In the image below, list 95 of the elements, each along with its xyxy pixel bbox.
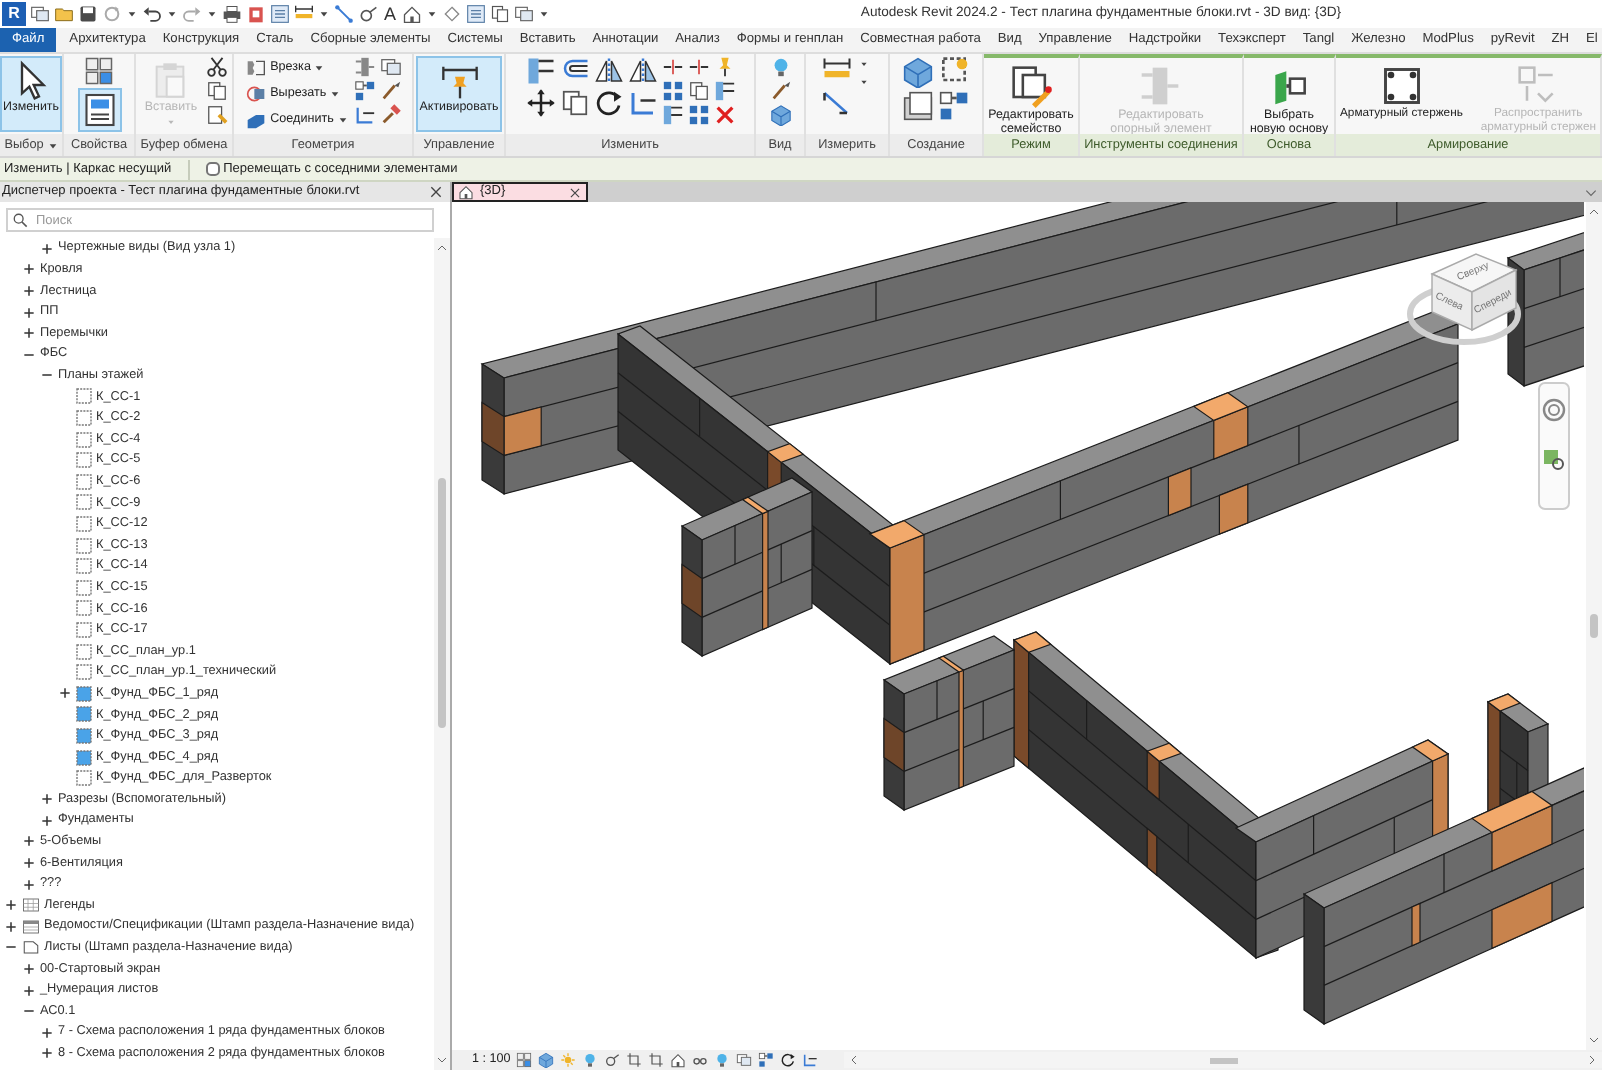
scroll-up-icon[interactable] (436, 242, 448, 254)
list-icon[interactable] (270, 4, 290, 24)
trim-icon[interactable] (627, 88, 657, 118)
expand-icon[interactable] (22, 877, 36, 892)
expand-icon[interactable] (22, 834, 36, 849)
undo-icon[interactable] (142, 4, 162, 24)
rotate-icon[interactable] (593, 88, 623, 118)
window-list-icon[interactable] (30, 4, 50, 24)
expand-icon[interactable] (22, 961, 36, 976)
scrollbar[interactable] (844, 1052, 1602, 1068)
properties-icon (81, 92, 117, 128)
expand-icon[interactable] (22, 262, 36, 277)
visual-style-icon[interactable] (538, 1052, 555, 1068)
expand-icon[interactable] (4, 919, 18, 934)
expand-icon[interactable] (40, 792, 54, 807)
cube-icon[interactable] (902, 56, 934, 88)
line-icon[interactable] (334, 4, 354, 24)
cube-icon[interactable] (769, 104, 791, 126)
copy-icon[interactable] (490, 4, 511, 24)
close-icon[interactable] (428, 184, 444, 200)
support-icon (1138, 64, 1183, 108)
expand-icon[interactable] (4, 898, 18, 913)
checkbox[interactable] (205, 161, 220, 176)
move-icon[interactable] (525, 88, 555, 118)
text-tool[interactable]: A (382, 3, 399, 25)
array-icon[interactable] (687, 104, 709, 126)
legend-icon (22, 896, 40, 915)
dimension-icon[interactable] (294, 4, 314, 24)
expand-icon[interactable] (22, 983, 36, 998)
delete-icon[interactable] (713, 104, 735, 126)
copy-icon[interactable] (687, 80, 709, 102)
split-icon[interactable] (661, 56, 683, 78)
expand-icon[interactable] (22, 305, 36, 320)
scissors-icon[interactable] (205, 56, 228, 78)
home-icon[interactable] (402, 4, 423, 24)
type-selector-icon[interactable] (84, 56, 114, 86)
expand-icon[interactable] (22, 856, 36, 871)
sheet-icon (22, 938, 40, 957)
edit-family-icon (1009, 64, 1053, 108)
app-logo[interactable]: R (2, 2, 26, 26)
properties-button[interactable] (77, 88, 121, 132)
flow-icon[interactable] (353, 80, 376, 102)
schedule-icon (22, 917, 40, 936)
scroll-left-icon[interactable] (848, 1054, 861, 1066)
scroll-up-icon[interactable] (1588, 206, 1600, 218)
split-icon[interactable] (687, 56, 709, 78)
export-icon[interactable] (246, 4, 266, 24)
paint-icon[interactable] (769, 80, 791, 102)
rebar-icon (1379, 64, 1424, 108)
paint-icon[interactable] (379, 80, 402, 102)
view-cube[interactable] (1407, 253, 1521, 345)
expand-icon[interactable] (58, 686, 72, 701)
crop-view-icon[interactable] (626, 1052, 643, 1068)
open-folder-icon[interactable] (54, 4, 74, 24)
show-crop-icon[interactable] (648, 1052, 665, 1068)
parts-icon[interactable] (902, 90, 934, 122)
measure-icon[interactable] (822, 88, 852, 118)
expand-icon[interactable] (40, 813, 54, 828)
expand-icon[interactable] (40, 1046, 54, 1061)
save-icon[interactable] (78, 4, 98, 24)
cope-icon (246, 58, 267, 78)
mirror-icon[interactable] (627, 56, 657, 86)
array-icon[interactable] (661, 80, 683, 102)
scroll-down-icon[interactable] (1588, 1034, 1600, 1046)
bulb-icon[interactable] (769, 56, 791, 78)
expand-icon[interactable] (22, 283, 36, 298)
close-icon[interactable] (568, 185, 582, 199)
print-icon[interactable] (222, 4, 242, 24)
copy-icon[interactable] (205, 80, 228, 102)
steering-wheel-icon[interactable] (1542, 398, 1566, 422)
scroll-right-icon[interactable] (1585, 1054, 1598, 1066)
expand-icon[interactable] (40, 241, 54, 256)
expand-icon[interactable] (22, 326, 36, 341)
cut-geometry-icon (246, 84, 267, 104)
window-list-icon[interactable] (379, 56, 402, 78)
flow-icon[interactable] (938, 90, 970, 122)
search-icon (12, 212, 28, 228)
zoom-icon[interactable] (1544, 450, 1564, 470)
temporary-hide-icon[interactable] (692, 1052, 709, 1068)
match-properties-icon[interactable] (205, 104, 228, 126)
expand-icon[interactable] (40, 1025, 54, 1040)
demolish-icon[interactable] (379, 104, 402, 126)
align-icon[interactable] (713, 80, 735, 102)
align-icon[interactable] (661, 104, 683, 126)
copy-icon[interactable] (559, 88, 589, 118)
tag-icon[interactable] (358, 4, 378, 24)
scroll-down-icon[interactable] (436, 1054, 448, 1066)
scrollbar[interactable] (1586, 202, 1602, 1050)
align-icon[interactable] (525, 56, 555, 86)
mirror-icon[interactable] (593, 56, 623, 86)
window-list-icon[interactable] (514, 4, 535, 24)
join-icon (246, 110, 267, 130)
scrollbar[interactable] (434, 238, 450, 1070)
dropdown-icon[interactable] (1584, 185, 1598, 199)
list-icon[interactable] (466, 4, 487, 24)
